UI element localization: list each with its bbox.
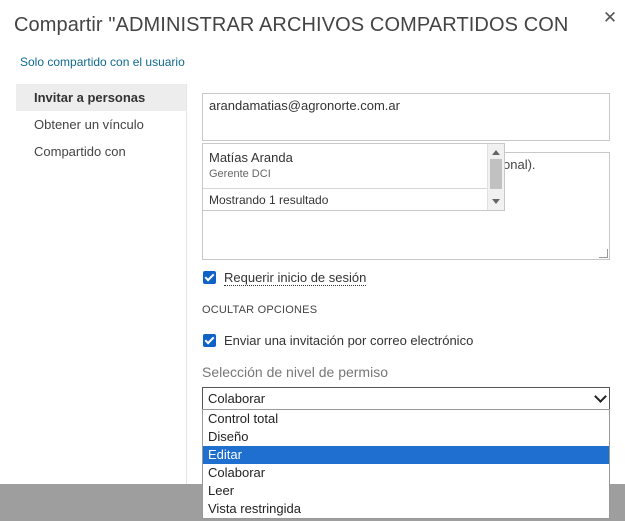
chevron-down-icon	[594, 390, 607, 403]
dialog-title: Compartir "ADMINISTRAR ARCHIVOS COMPARTI…	[14, 14, 574, 36]
share-status-text: Solo compartido con el usuario	[20, 55, 185, 69]
option-colaborar[interactable]: Colaborar	[203, 464, 609, 482]
permission-selected-value: Colaborar	[208, 391, 266, 406]
option-editar[interactable]: Editar	[203, 446, 609, 464]
scroll-down-icon[interactable]	[492, 199, 500, 204]
require-signin-checkbox[interactable]	[203, 271, 216, 284]
require-signin-label[interactable]: Requerir inicio de sesión	[224, 270, 367, 286]
send-email-checkbox[interactable]	[203, 334, 216, 347]
share-nav: Invitar a personas Obtener un vínculo Co…	[16, 84, 186, 165]
nav-divider	[186, 84, 187, 484]
share-dialog: Compartir "ADMINISTRAR ARCHIVOS COMPARTI…	[0, 0, 625, 519]
nav-item-invite[interactable]: Invitar a personas	[16, 84, 186, 111]
send-email-label[interactable]: Enviar una invitación por correo electró…	[224, 333, 473, 348]
permission-select[interactable]: Colaborar	[202, 387, 610, 410]
suggestion-scrollbar[interactable]	[487, 144, 504, 210]
people-suggestions-dropdown: Matías Aranda Gerente DCI Mostrando 1 re…	[202, 143, 505, 211]
people-picker-input[interactable]: arandamatias@agronorte.com.ar	[202, 93, 610, 141]
suggestion-name: Matías Aranda	[209, 150, 293, 165]
resize-grip-icon[interactable]	[599, 249, 608, 258]
option-leer[interactable]: Leer	[203, 482, 609, 500]
close-icon[interactable]: ✕	[601, 9, 619, 27]
option-control-total[interactable]: Control total	[203, 410, 609, 428]
nav-item-shared-with[interactable]: Compartido con	[16, 138, 186, 165]
option-vista-restringida[interactable]: Vista restringida	[203, 500, 609, 518]
suggestion-count: Mostrando 1 resultado	[209, 193, 329, 207]
suggestion-role: Gerente DCI	[209, 168, 271, 180]
message-placeholder: onal).	[503, 157, 536, 172]
scroll-thumb[interactable]	[490, 159, 502, 189]
suggestion-divider	[203, 188, 488, 189]
scroll-up-icon[interactable]	[492, 150, 500, 155]
options-toggle[interactable]: OCULTAR OPCIONES	[202, 304, 317, 316]
nav-item-get-link[interactable]: Obtener un vínculo	[16, 111, 186, 138]
recipient-email: arandamatias@agronorte.com.ar	[209, 98, 400, 113]
permission-label: Selección de nivel de permiso	[202, 364, 388, 380]
permission-options-list: Control total Diseño Editar Colaborar Le…	[202, 409, 610, 519]
option-diseno[interactable]: Diseño	[203, 428, 609, 446]
